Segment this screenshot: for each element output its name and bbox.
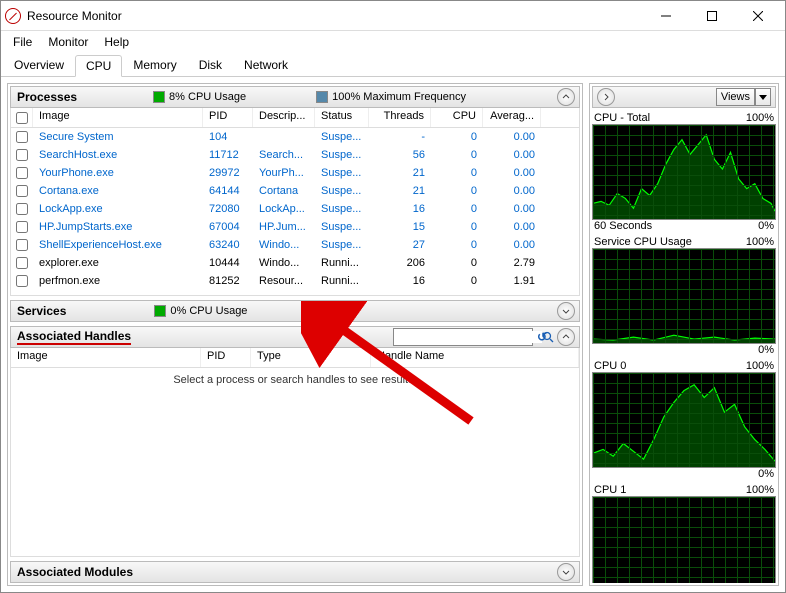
minimize-button[interactable] bbox=[643, 1, 689, 31]
expand-icon[interactable] bbox=[557, 563, 575, 581]
col-type[interactable]: Type bbox=[251, 348, 371, 367]
row-checkbox[interactable] bbox=[16, 131, 28, 143]
col-handle-name[interactable]: Handle Name bbox=[371, 348, 579, 367]
col-cpu[interactable]: CPU bbox=[431, 108, 483, 127]
row-checkbox[interactable] bbox=[16, 239, 28, 251]
modules-header[interactable]: Associated Modules bbox=[10, 561, 580, 583]
menu-file[interactable]: File bbox=[7, 33, 38, 51]
table-row[interactable]: SearchHost.exe11712Search... Suspe...560… bbox=[11, 146, 579, 164]
close-button[interactable] bbox=[735, 1, 781, 31]
row-checkbox[interactable] bbox=[16, 185, 28, 197]
table-row[interactable]: HP.JumpStarts.exe67004HP.Jum... Suspe...… bbox=[11, 218, 579, 236]
svc-cpu-label: 0% CPU Usage bbox=[170, 305, 247, 317]
menu-help[interactable]: Help bbox=[98, 33, 135, 51]
col-image[interactable]: Image bbox=[33, 108, 203, 127]
graph-cpu-1: CPU 1100% 0% bbox=[592, 484, 776, 583]
col-image[interactable]: Image bbox=[11, 348, 201, 367]
graphs-header: Views bbox=[592, 86, 776, 108]
row-checkbox[interactable] bbox=[16, 167, 28, 179]
handles-hint: Select a process or search handles to se… bbox=[11, 368, 579, 392]
tabs: Overview CPU Memory Disk Network bbox=[1, 53, 785, 77]
handles-columns: Image PID Type Handle Name bbox=[10, 348, 580, 368]
handles-body: Select a process or search handles to se… bbox=[10, 368, 580, 557]
table-row[interactable]: LockApp.exe72080LockAp... Suspe...1600.0… bbox=[11, 200, 579, 218]
row-checkbox[interactable] bbox=[16, 275, 28, 287]
graphs-container: CPU - Total100% 60 Seconds0%Service CPU … bbox=[592, 108, 776, 583]
modules-title: Associated Modules bbox=[11, 565, 139, 579]
tab-disk[interactable]: Disk bbox=[188, 54, 233, 76]
tab-overview[interactable]: Overview bbox=[3, 54, 75, 76]
handles-title: Associated Handles bbox=[17, 329, 131, 345]
refresh-icon[interactable]: ↺ bbox=[537, 330, 553, 344]
col-status[interactable]: Status bbox=[315, 108, 369, 127]
col-pid[interactable]: PID bbox=[201, 348, 251, 367]
titlebar: Resource Monitor bbox=[1, 1, 785, 31]
handles-search-input[interactable] bbox=[394, 331, 542, 343]
processes-title: Processes bbox=[11, 90, 83, 104]
table-row[interactable]: explorer.exe10444Windo... Runni...20602.… bbox=[11, 254, 579, 272]
services-header[interactable]: Services 0% CPU Usage bbox=[10, 300, 580, 322]
max-freq-icon bbox=[316, 91, 328, 103]
graph-service-cpu-usage: Service CPU Usage100% 0% bbox=[592, 236, 776, 356]
max-freq-label: 100% Maximum Frequency bbox=[332, 91, 466, 103]
tab-cpu[interactable]: CPU bbox=[75, 55, 122, 77]
cpu-usage-icon bbox=[153, 91, 165, 103]
processes-list[interactable]: Secure System104 Suspe...-00.00 SearchHo… bbox=[10, 128, 580, 296]
processes-columns: Image PID Descrip... Status Threads CPU … bbox=[10, 108, 580, 128]
services-title: Services bbox=[11, 304, 72, 318]
app-icon bbox=[5, 8, 21, 24]
row-checkbox[interactable] bbox=[16, 203, 28, 215]
menu-monitor[interactable]: Monitor bbox=[42, 33, 94, 51]
row-checkbox[interactable] bbox=[16, 149, 28, 161]
col-pid[interactable]: PID bbox=[203, 108, 253, 127]
views-dropdown[interactable] bbox=[755, 88, 771, 106]
table-row[interactable]: YourPhone.exe29972YourPh... Suspe...2100… bbox=[11, 164, 579, 182]
table-row[interactable]: Secure System104 Suspe...-00.00 bbox=[11, 128, 579, 146]
views-button[interactable]: Views bbox=[716, 88, 755, 106]
graph-cpu-total: CPU - Total100% 60 Seconds0% bbox=[592, 112, 776, 232]
svc-cpu-icon bbox=[154, 305, 166, 317]
col-threads[interactable]: Threads bbox=[369, 108, 431, 127]
handles-search[interactable] bbox=[393, 328, 533, 346]
row-checkbox[interactable] bbox=[16, 257, 28, 269]
row-checkbox[interactable] bbox=[16, 221, 28, 233]
col-description[interactable]: Descrip... bbox=[253, 108, 315, 127]
tab-memory[interactable]: Memory bbox=[122, 54, 187, 76]
collapse-icon[interactable] bbox=[557, 328, 575, 346]
handles-header[interactable]: Associated Handles ↺ bbox=[10, 326, 580, 348]
expand-icon[interactable] bbox=[557, 302, 575, 320]
cpu-usage-label: 8% CPU Usage bbox=[169, 91, 246, 103]
processes-header[interactable]: Processes 8% CPU Usage 100% Maximum Freq… bbox=[10, 86, 580, 108]
menubar: File Monitor Help bbox=[1, 31, 785, 53]
graph-cpu-0: CPU 0100% 0% bbox=[592, 360, 776, 480]
window-title: Resource Monitor bbox=[27, 9, 643, 23]
table-row[interactable]: ShellExperienceHost.exe63240Windo... Sus… bbox=[11, 236, 579, 254]
select-all-checkbox[interactable] bbox=[16, 112, 28, 124]
table-row[interactable]: perfmon.exe81252Resour... Runni...1601.9… bbox=[11, 272, 579, 290]
maximize-button[interactable] bbox=[689, 1, 735, 31]
tab-network[interactable]: Network bbox=[233, 54, 299, 76]
collapse-graphs-icon[interactable] bbox=[597, 88, 615, 106]
collapse-icon[interactable] bbox=[557, 88, 575, 106]
table-row[interactable]: Cortana.exe64144Cortana Suspe...2100.00 bbox=[11, 182, 579, 200]
col-average[interactable]: Averag... bbox=[483, 108, 541, 127]
